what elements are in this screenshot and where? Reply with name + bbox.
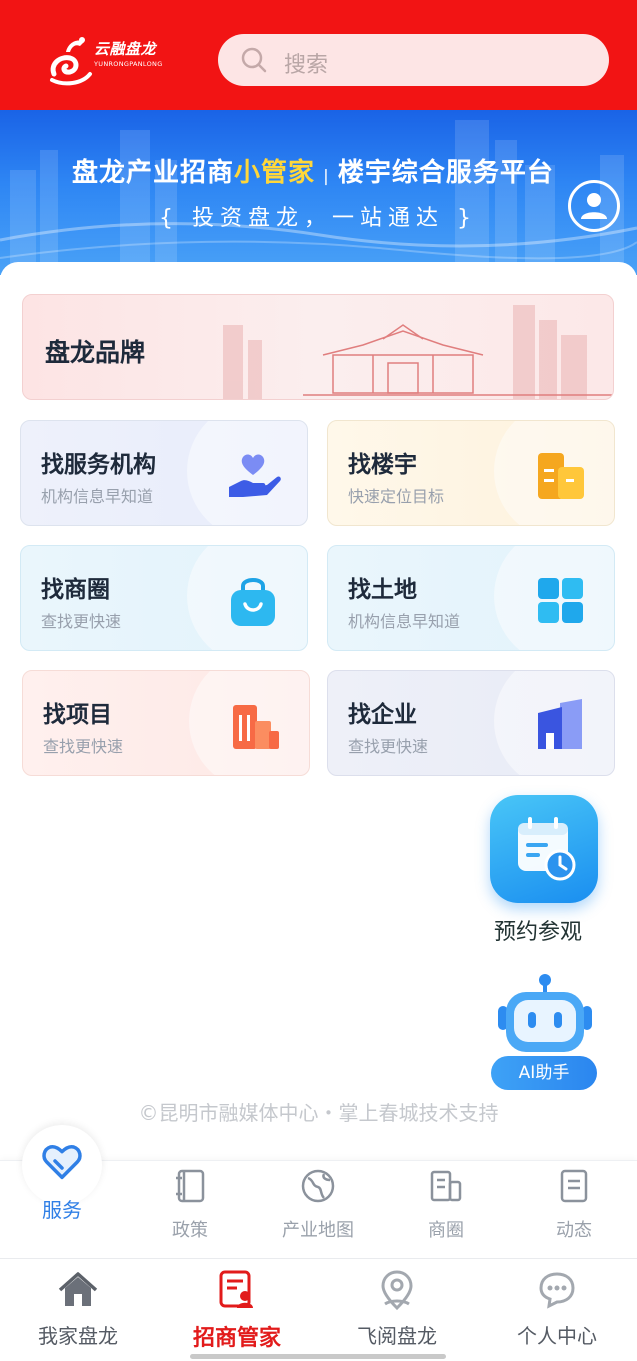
banner-title-separator: |	[323, 166, 330, 185]
find-building-card[interactable]: 找楼宇 快速定位目标	[327, 420, 615, 526]
archway-skyline-illustration	[223, 305, 613, 399]
card-title: 找服务机构	[41, 452, 156, 478]
subnav-item-service[interactable]: 服务	[12, 1140, 112, 1223]
banner-title-main: 盘龙产业招商	[72, 158, 235, 188]
subnav-item-news[interactable]: 动态	[524, 1168, 624, 1242]
logo-text: 云融盘龙	[94, 40, 157, 58]
document-icon	[560, 1169, 588, 1203]
investment-document-icon	[219, 1270, 253, 1308]
calendar-clock-icon	[518, 817, 576, 881]
chat-bubble-icon	[539, 1272, 575, 1309]
user-profile-icon[interactable]	[568, 180, 620, 232]
app-logo[interactable]: 云融盘龙 YUNRONGPANLONG	[48, 30, 163, 86]
top-header: 云融盘龙 YUNRONGPANLONG 搜索	[0, 0, 637, 110]
hero-banner: 盘龙产业招商小管家 | 楼宇综合服务平台 { 投资盘龙，一站通达 }	[0, 110, 637, 275]
search-bar[interactable]: 搜索	[218, 34, 609, 86]
banner-title-platform: 楼宇综合服务平台	[337, 158, 554, 188]
tab-label: 招商管家	[192, 1326, 281, 1351]
dragon-logo-icon	[50, 37, 92, 86]
home-icon	[58, 1272, 98, 1306]
logo-subtext: YUNRONGPANLONG	[94, 60, 163, 68]
location-pin-icon	[381, 1270, 413, 1311]
panlong-brand-card[interactable]: 盘龙品牌	[22, 294, 614, 400]
grid-land-icon	[538, 578, 583, 623]
find-business-district-card[interactable]: 找商圈 查找更快速	[20, 545, 308, 651]
find-land-card[interactable]: 找土地 机构信息早知道	[327, 545, 615, 651]
card-subtitle: 机构信息早知道	[348, 612, 461, 631]
card-title: 找楼宇	[348, 452, 417, 478]
card-subtitle: 机构信息早知道	[41, 487, 154, 506]
project-building-icon	[233, 705, 279, 749]
tab-feiyue-panlong[interactable]: 飞阅盘龙	[332, 1268, 462, 1349]
tab-my-panlong[interactable]: 我家盘龙	[13, 1268, 143, 1349]
city-skyline-illustration	[0, 120, 637, 275]
subnav-label: 服务	[42, 1198, 82, 1222]
tab-personal-center[interactable]: 个人中心	[492, 1268, 622, 1349]
subnav-item-business-district[interactable]: 商圈	[396, 1168, 496, 1242]
tab-investment-manager[interactable]: 招商管家	[172, 1268, 302, 1352]
robot-icon	[498, 974, 592, 1052]
heart-tag-icon	[42, 1144, 82, 1180]
ai-assistant-label[interactable]: AI助手	[491, 1056, 597, 1090]
heart-hand-icon	[229, 454, 281, 497]
card-title: 找土地	[348, 577, 417, 603]
find-enterprise-card[interactable]: 找企业 查找更快速	[327, 670, 615, 776]
district-building-icon	[430, 1170, 462, 1202]
find-project-card[interactable]: 找项目 查找更快速	[22, 670, 310, 776]
card-subtitle: 查找更快速	[43, 737, 124, 756]
policy-book-icon	[176, 1169, 205, 1203]
subnav-label: 商圈	[428, 1220, 464, 1241]
subnav-label: 动态	[556, 1220, 592, 1241]
find-service-agency-card[interactable]: 找服务机构 机构信息早知道	[20, 420, 308, 526]
banner-title-highlight: 小管家	[234, 158, 316, 188]
card-title: 找项目	[43, 702, 112, 728]
subnav-item-policy[interactable]: 政策	[140, 1168, 240, 1242]
brand-card-label: 盘龙品牌	[45, 338, 146, 367]
shopping-bag-icon	[231, 578, 275, 626]
card-title: 找企业	[348, 702, 417, 728]
enterprise-building-icon	[538, 699, 582, 749]
subnav-label: 产业地图	[282, 1220, 354, 1241]
search-icon	[241, 47, 267, 73]
subnav-item-industry-map[interactable]: 产业地图	[268, 1168, 368, 1242]
card-subtitle: 查找更快速	[348, 737, 429, 756]
card-title: 找商圈	[41, 577, 110, 603]
card-subtitle: 查找更快速	[41, 612, 122, 631]
tab-label: 我家盘龙	[38, 1324, 118, 1348]
building-icon	[538, 453, 584, 499]
globe-icon	[301, 1169, 335, 1203]
banner-title: 盘龙产业招商小管家 | 楼宇综合服务平台	[72, 152, 554, 189]
home-indicator	[190, 1354, 446, 1359]
subnav-label: 政策	[172, 1220, 208, 1241]
tab-label: 个人中心	[517, 1324, 597, 1348]
banner-subtitle: { 投资盘龙，一站通达 }	[159, 206, 477, 231]
tab-label: 飞阅盘龙	[357, 1324, 437, 1348]
copyright-text: ©昆明市融媒体中心・掌上春城技术支持	[138, 1101, 499, 1125]
search-placeholder: 搜索	[284, 53, 329, 78]
person-icon	[581, 193, 607, 219]
card-subtitle: 快速定位目标	[348, 487, 445, 506]
book-visit-button[interactable]	[490, 795, 598, 903]
book-visit-label[interactable]: 预约参观	[494, 914, 582, 946]
